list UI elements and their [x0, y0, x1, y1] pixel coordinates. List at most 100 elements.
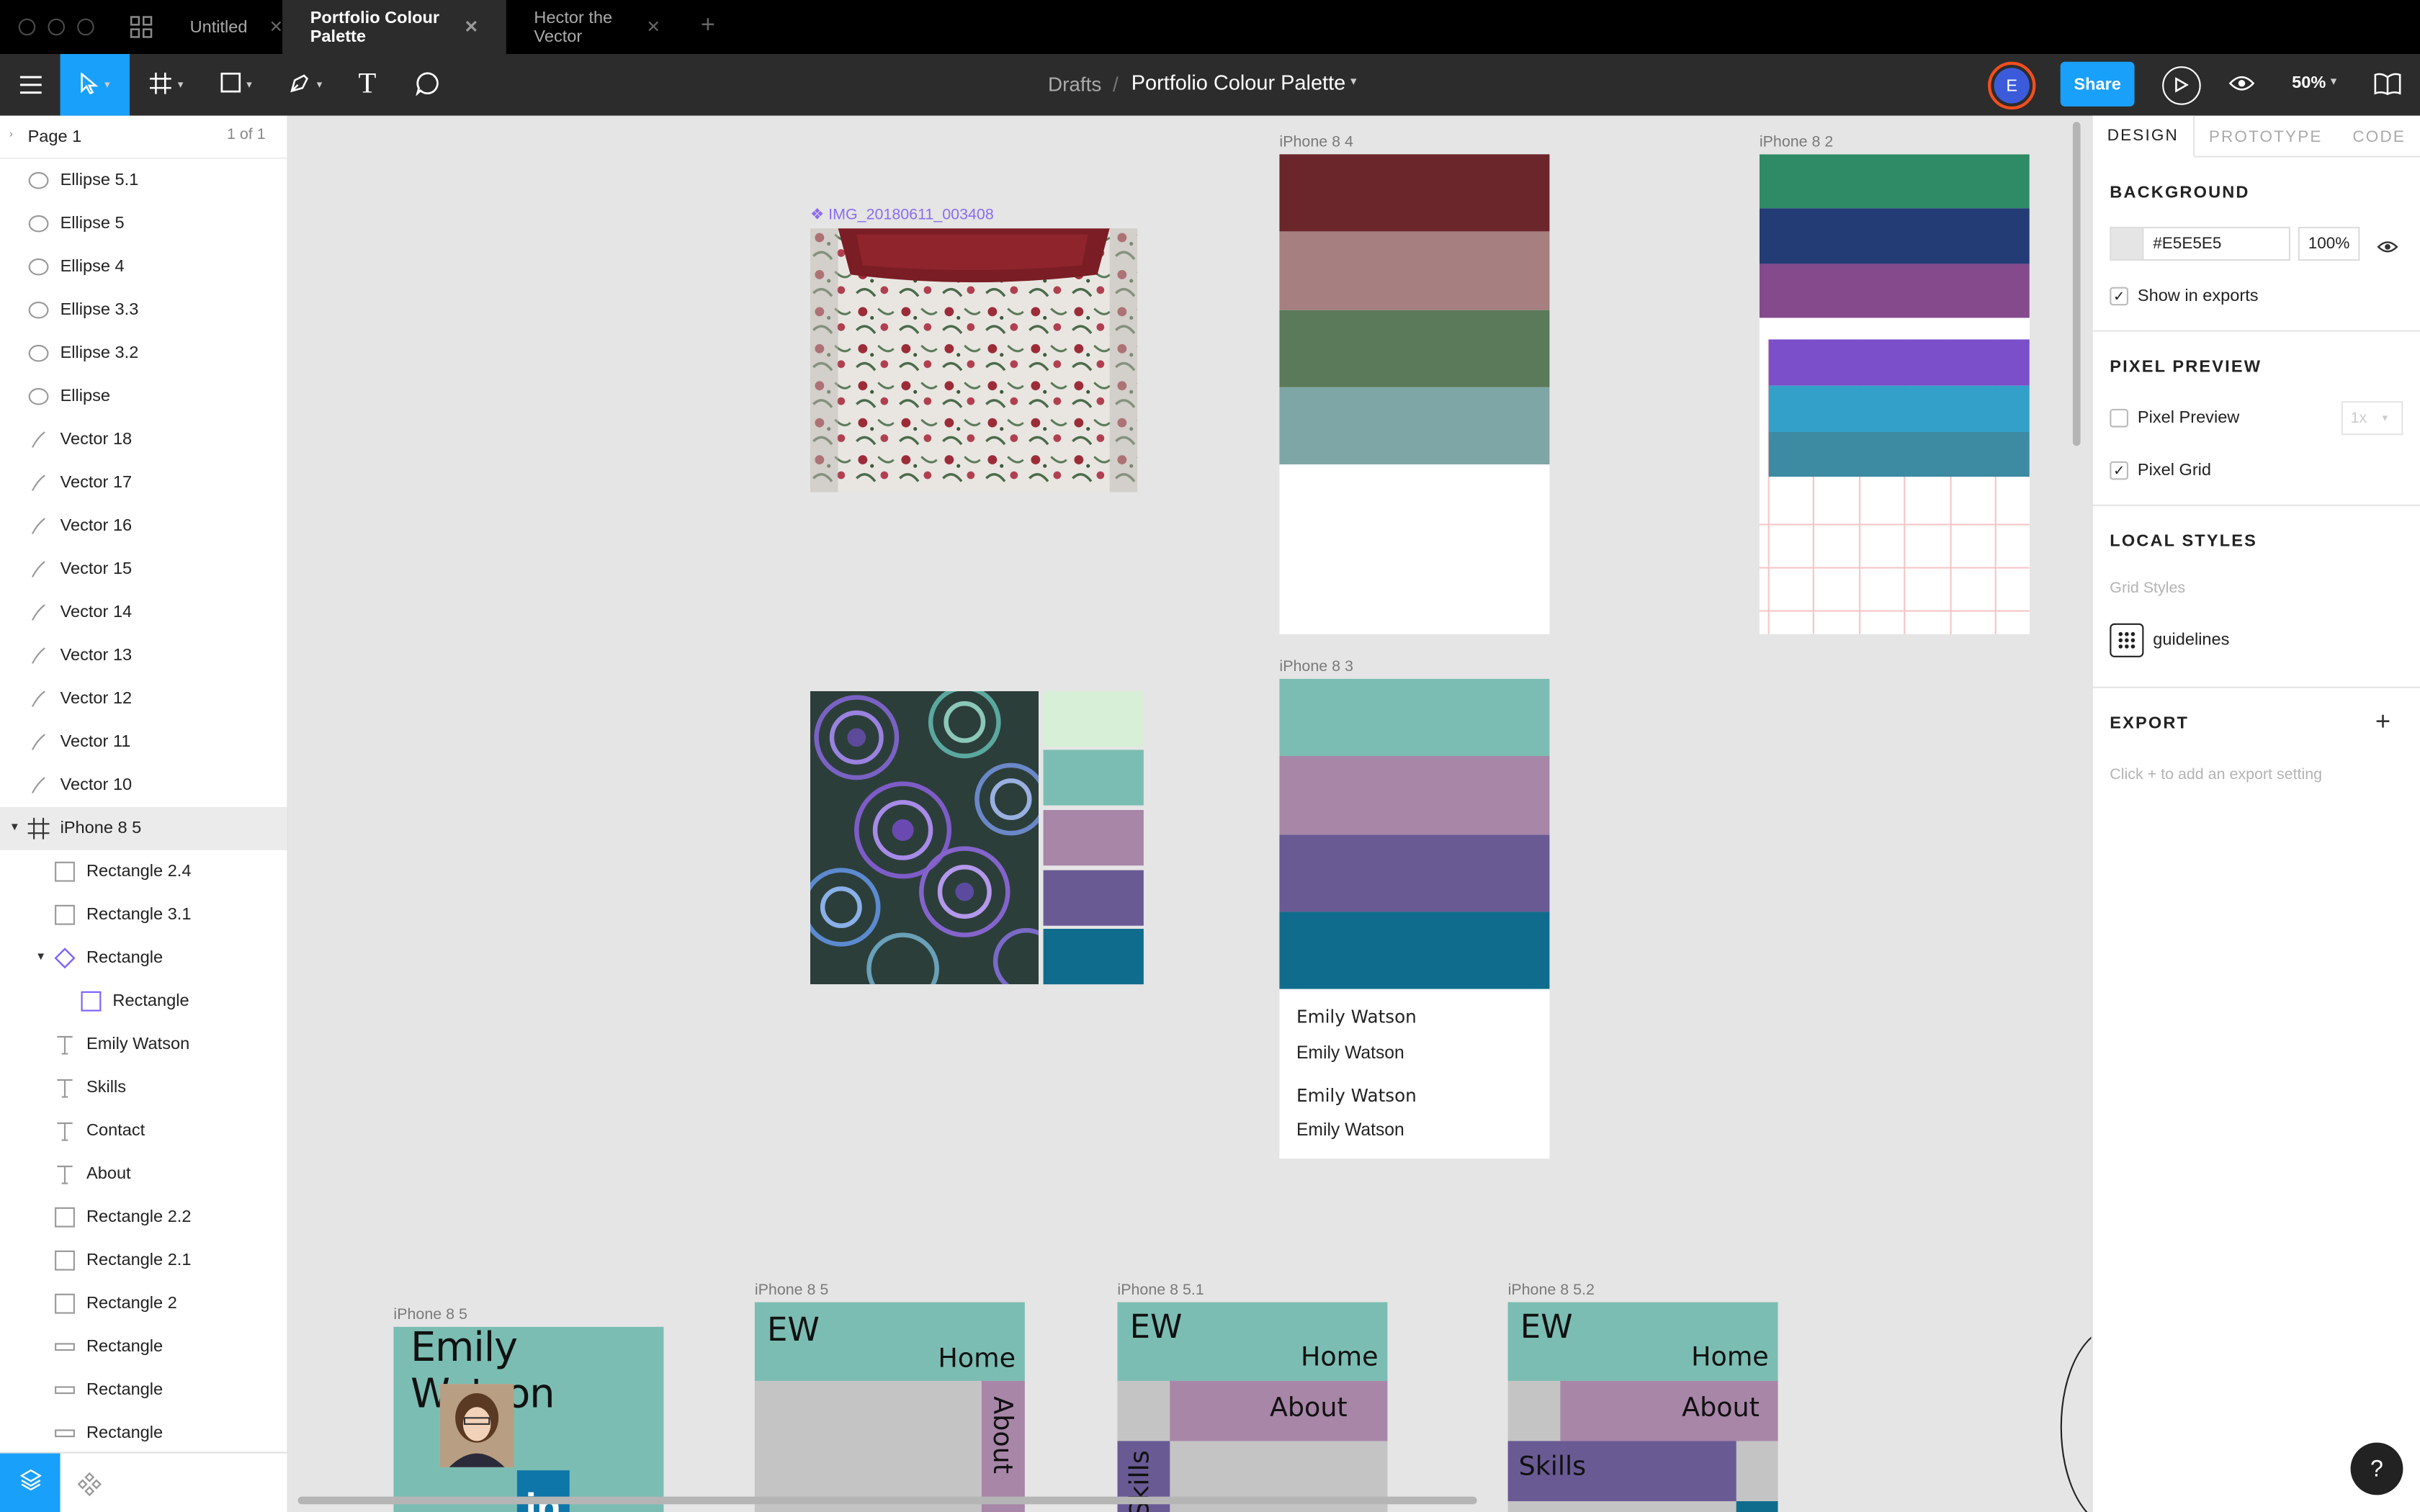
frame-label[interactable]: iPhone 8 4 — [1279, 134, 1353, 151]
layer-row[interactable]: Vector 11 — [0, 721, 287, 764]
layer-row[interactable]: Rectangle 2.1 — [0, 1239, 287, 1282]
chevron-down-icon[interactable]: ▾ — [2331, 74, 2337, 88]
component-label[interactable]: ❖ IMG_20180611_003408 — [810, 207, 994, 224]
window-minimize-button[interactable] — [48, 18, 65, 36]
layer-row[interactable]: Ellipse 5 — [0, 202, 287, 246]
color-band[interactable] — [1279, 678, 1550, 756]
zoom-level[interactable]: 50% — [2292, 74, 2326, 93]
canvas[interactable]: ❖ IMG_20180611_003408 iPhone 8 4 iPhone … — [288, 115, 2092, 1512]
grid-style-guidelines[interactable]: guidelines — [2153, 631, 2229, 649]
close-icon[interactable]: ✕ — [465, 17, 479, 37]
grid-icon[interactable] — [130, 15, 153, 38]
breadcrumb-drafts[interactable]: Drafts — [1048, 73, 1101, 96]
ellipse-shape[interactable] — [2060, 1326, 2092, 1512]
layer-row[interactable]: Rectangle — [0, 1326, 287, 1369]
layer-row[interactable]: About — [0, 1153, 287, 1196]
layer-row[interactable]: Rectangle 3.1 — [0, 894, 287, 937]
color-band[interactable] — [1768, 432, 2030, 477]
chevron-down-icon[interactable]: ▾ — [1350, 74, 1357, 88]
layer-row[interactable]: Ellipse 3.3 — [0, 289, 287, 332]
show-in-exports-checkbox[interactable]: ✓ — [2110, 287, 2128, 306]
visibility-toggle[interactable] — [2377, 235, 2398, 263]
layer-row[interactable]: Vector 16 — [0, 505, 287, 548]
page-selector[interactable]: › Page 1 1 of 1 — [0, 116, 287, 159]
layer-row[interactable]: Rectangle 2.4 — [0, 850, 287, 894]
layer-row[interactable]: ▼ Rectangle — [0, 937, 287, 980]
swatch[interactable] — [1043, 810, 1144, 866]
frame-label[interactable]: iPhone 8 3 — [1279, 659, 1353, 676]
view-button[interactable] — [2228, 73, 2255, 102]
frame-iphone-8-3[interactable]: Emily Watson Emily Watson Emily Watson E… — [1279, 678, 1550, 1159]
nav-about[interactable]: About — [986, 1396, 1017, 1474]
window-zoom-button[interactable] — [77, 18, 94, 36]
color-band[interactable] — [1759, 264, 2030, 318]
tab-untitled[interactable]: Untitled ✕ — [162, 0, 284, 54]
layer-row[interactable]: Vector 13 — [0, 634, 287, 678]
layer-row[interactable]: Ellipse 3.2 — [0, 332, 287, 375]
share-button[interactable]: Share — [2060, 61, 2135, 107]
help-button[interactable]: ? — [2350, 1442, 2403, 1495]
layer-row[interactable]: Ellipse — [0, 375, 287, 418]
layer-row[interactable]: Emily Watson — [0, 1023, 287, 1066]
nav-about[interactable]: About — [1682, 1393, 1760, 1424]
nav-home[interactable]: Home — [938, 1344, 1016, 1374]
file-title[interactable]: Portfolio Colour Palette — [1131, 71, 1345, 94]
close-icon[interactable]: ✕ — [646, 17, 660, 37]
add-export-icon[interactable]: + — [2375, 706, 2390, 737]
swatch[interactable] — [1043, 750, 1144, 806]
disclosure-triangle-icon[interactable]: ▼ — [35, 952, 46, 963]
color-band[interactable] — [1279, 834, 1550, 912]
chevron-right-icon[interactable]: › — [9, 130, 13, 140]
tab-portfolio-colour-palette[interactable]: Portfolio Colour Palette ✕ — [282, 0, 506, 54]
color-band[interactable] — [1279, 912, 1550, 989]
layer-row[interactable]: Rectangle — [0, 980, 287, 1023]
layer-row[interactable]: Contact — [0, 1110, 287, 1153]
background-opacity-field[interactable]: 100% — [2298, 227, 2360, 261]
nav-skills[interactable]: Skills — [1519, 1452, 1587, 1482]
disclosure-triangle-icon[interactable]: ▼ — [9, 822, 20, 833]
pixel-preview-checkbox[interactable] — [2110, 408, 2128, 428]
color-band[interactable] — [1768, 385, 2030, 432]
layer-row[interactable]: Ellipse 5.1 — [0, 159, 287, 202]
layer-row[interactable]: Vector 17 — [0, 462, 287, 505]
frame-iphone-8-5-home[interactable]: Emily Watson in — [393, 1326, 664, 1512]
layer-row[interactable]: Rectangle 2 — [0, 1282, 287, 1326]
layer-row[interactable]: Vector 18 — [0, 418, 287, 462]
logo-ew[interactable]: EW — [1130, 1308, 1183, 1345]
tab-design[interactable]: DESIGN — [2092, 115, 2195, 158]
text-tool-button[interactable]: T — [343, 54, 393, 116]
color-band[interactable] — [1759, 154, 2030, 209]
layer-row[interactable]: Vector 10 — [0, 764, 287, 807]
nav-home[interactable]: Home — [1691, 1342, 1769, 1373]
name-sample[interactable]: Emily Watson — [1296, 1122, 1404, 1140]
layer-row[interactable]: Rectangle — [0, 1412, 287, 1452]
logo-ew[interactable]: EW — [767, 1311, 820, 1348]
swatch[interactable] — [1043, 870, 1144, 926]
frame-label[interactable]: iPhone 8 5 — [393, 1307, 467, 1324]
library-button[interactable] — [2374, 73, 2402, 104]
pixel-preview-scale-select[interactable]: 1x ▾ — [2341, 401, 2403, 436]
frame-label[interactable]: iPhone 8 5.2 — [1508, 1282, 1595, 1300]
frame-iphone-8-2[interactable] — [1759, 154, 2030, 634]
color-band[interactable] — [1768, 339, 2030, 386]
color-band[interactable] — [1759, 208, 2030, 264]
layer-row[interactable]: Vector 15 — [0, 548, 287, 591]
name-sample[interactable]: Emily Watson — [1296, 1084, 1417, 1106]
name-sample[interactable]: Emily Watson — [1296, 1045, 1404, 1063]
tab-hector-the-vector[interactable]: Hector the Vector ✕ — [506, 0, 689, 54]
color-band[interactable] — [1279, 387, 1550, 464]
linkedin-icon[interactable]: in — [516, 1470, 570, 1512]
color-swatch[interactable] — [2111, 228, 2144, 259]
frame-label[interactable]: iPhone 8 5.1 — [1117, 1282, 1204, 1300]
move-tool-button[interactable]: ▾ — [60, 54, 130, 116]
frame-label[interactable]: iPhone 8 5 — [755, 1282, 828, 1300]
vertical-scrollbar[interactable] — [2072, 122, 2081, 446]
layer-row[interactable]: Vector 12 — [0, 678, 287, 721]
grid-style-icon[interactable] — [2110, 623, 2144, 657]
nav-home[interactable]: Home — [1301, 1342, 1379, 1373]
frame-tool-button[interactable]: ▾ — [136, 54, 198, 116]
layer-row[interactable]: ▼ iPhone 8 5 — [0, 806, 287, 850]
color-band[interactable] — [1279, 756, 1550, 835]
layer-row[interactable]: Vector 14 — [0, 591, 287, 634]
nav-about[interactable]: About — [1270, 1393, 1348, 1424]
